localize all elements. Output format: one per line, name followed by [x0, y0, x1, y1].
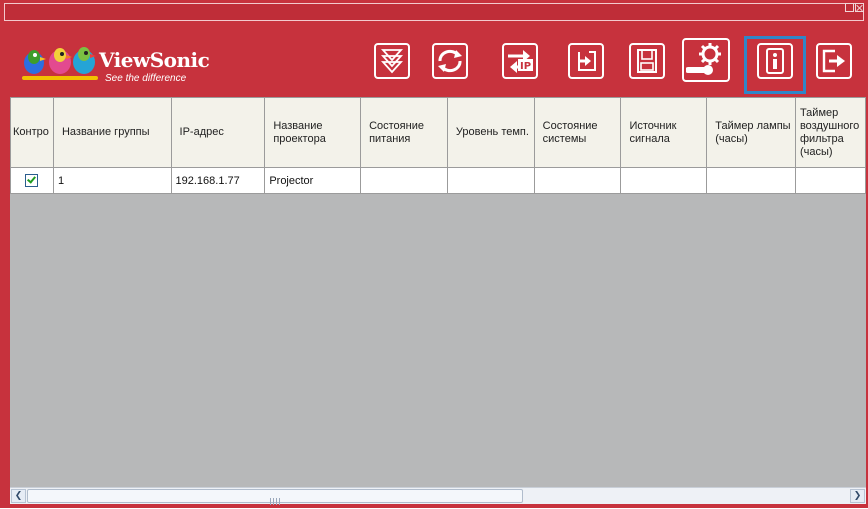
- column-header-signal-source[interactable]: Источник сигнала: [620, 97, 708, 168]
- close-icon[interactable]: [855, 3, 864, 12]
- table-row[interactable]: 1 192.168.1.77 Projector: [10, 167, 866, 194]
- projector-table-area: Контро Название группы IP-адрес Название…: [10, 97, 866, 487]
- cell-lamp: [706, 167, 796, 194]
- brand-tagline: See the difference: [105, 73, 187, 84]
- cell-filter: [794, 167, 866, 194]
- projector-table: Контро Название группы IP-адрес Название…: [10, 97, 866, 194]
- column-header-filter-timer[interactable]: Таймер воздушного фильтра (часы): [794, 97, 866, 168]
- selected-tool-highlight: [744, 36, 806, 94]
- column-header-lamp-timer[interactable]: Таймер лампы (часы): [706, 97, 796, 168]
- cell-power: [360, 167, 448, 194]
- settings-icon[interactable]: [682, 38, 730, 82]
- cell-ip: 192.168.1.77: [170, 167, 266, 194]
- cell-source: [620, 167, 708, 194]
- header: ViewSonic See the difference IP: [0, 26, 868, 96]
- maximize-icon[interactable]: [845, 3, 854, 12]
- app-window: ViewSonic See the difference IP Контро Н…: [0, 0, 868, 508]
- cell-projector: Projector: [264, 167, 362, 194]
- save-icon[interactable]: [629, 43, 665, 79]
- horizontal-scrollbar[interactable]: ❮ ❯: [10, 487, 866, 505]
- column-header-group-name[interactable]: Название группы: [52, 97, 172, 168]
- scroll-left-icon[interactable]: ❮: [11, 489, 26, 503]
- download-icon[interactable]: [374, 43, 410, 79]
- logo: ViewSonic See the difference: [22, 38, 210, 90]
- column-header-power-status[interactable]: Состояние питания: [360, 97, 448, 168]
- column-header-control[interactable]: Контро: [10, 97, 54, 168]
- column-header-projector-name[interactable]: Название проектора: [264, 97, 362, 168]
- title-bar: [4, 3, 864, 21]
- brand-name: ViewSonic: [99, 48, 210, 72]
- ip-label: IP: [520, 61, 531, 72]
- column-header-system-status[interactable]: Состояние системы: [533, 97, 622, 168]
- row-checkbox[interactable]: [25, 174, 39, 187]
- grip-icon: [270, 498, 280, 505]
- scrollbar-thumb[interactable]: [27, 489, 523, 505]
- cell-group: 1: [52, 167, 172, 194]
- column-header-temp-level[interactable]: Уровень темп.: [446, 97, 535, 168]
- ip-icon[interactable]: IP: [502, 43, 538, 79]
- row-checkbox-cell[interactable]: [10, 167, 54, 194]
- refresh-icon[interactable]: [432, 43, 468, 79]
- scroll-right-icon[interactable]: ❯: [850, 489, 865, 503]
- window-controls: [845, 3, 864, 12]
- exit-icon[interactable]: [816, 43, 852, 79]
- table-header-row: Контро Название группы IP-адрес Название…: [10, 97, 866, 168]
- birds-logo-icon: [22, 47, 98, 80]
- cell-temp: [446, 167, 535, 194]
- cell-system: [533, 167, 622, 194]
- import-icon[interactable]: [568, 43, 604, 79]
- column-header-ip-address[interactable]: IP-адрес: [170, 97, 266, 168]
